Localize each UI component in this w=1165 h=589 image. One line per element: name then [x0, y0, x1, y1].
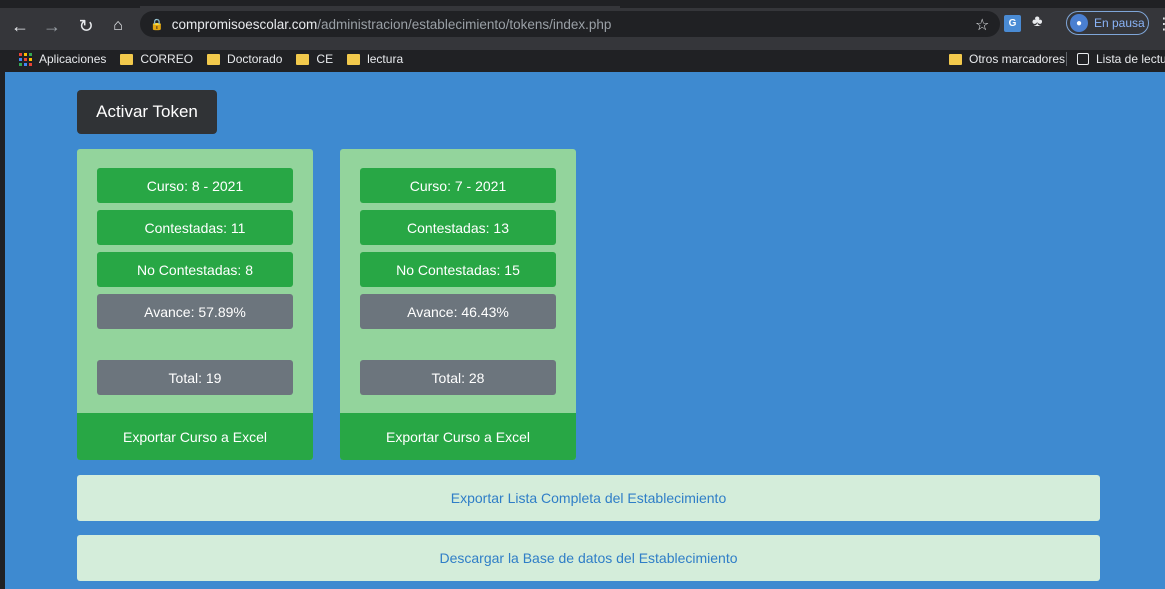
profile-status: En pausa [1094, 16, 1145, 30]
profile-button[interactable]: ● En pausa [1066, 11, 1149, 35]
bookmarks-divider [1066, 52, 1067, 66]
unanswered-count: No Contestadas: 15 [360, 252, 556, 287]
forward-icon[interactable]: → [40, 14, 64, 38]
bookmark-folder-ce[interactable]: CE [296, 52, 333, 66]
page-content: Activar Token Curso: 8 - 2021 Contestada… [5, 72, 1165, 589]
course-card: Curso: 7 - 2021 Contestadas: 13 No Conte… [340, 149, 576, 460]
bookmark-label: Otros marcadores [969, 52, 1066, 66]
avatar: ● [1070, 14, 1088, 32]
bookmark-label: Aplicaciones [39, 52, 107, 66]
bookmark-label: Doctorado [227, 52, 283, 66]
export-course-excel-button[interactable]: Exportar Curso a Excel [77, 413, 313, 460]
bookmark-star-icon[interactable]: ☆ [975, 15, 989, 35]
bookmark-folder-correo[interactable]: CORREO [120, 52, 193, 66]
folder-icon [120, 53, 134, 65]
course-card: Curso: 8 - 2021 Contestadas: 11 No Conte… [77, 149, 313, 460]
export-all-list-button[interactable]: Exportar Lista Completa del Establecimie… [77, 475, 1100, 521]
back-icon[interactable]: ← [8, 14, 32, 38]
browser-toolbar: ← → ↻ ⌂ 🔒 compromisoescolar.com/administ… [0, 0, 1165, 50]
url-path: /administracion/establecimiento/tokens/i… [317, 16, 612, 32]
folder-icon [296, 53, 310, 65]
course-label: Curso: 8 - 2021 [97, 168, 293, 203]
folder-icon [207, 53, 221, 65]
extensions-puzzle-icon[interactable]: ♣ [1032, 13, 1043, 31]
translate-extension-icon[interactable]: G [1004, 15, 1021, 32]
home-icon[interactable]: ⌂ [106, 14, 130, 38]
bookmark-label: lectura [367, 52, 404, 66]
progress-percent: Avance: 46.43% [360, 294, 556, 329]
bookmark-other[interactable]: Otros marcadores [949, 48, 1065, 70]
answered-count: Contestadas: 11 [97, 210, 293, 245]
folder-icon [347, 53, 361, 65]
bookmark-apps[interactable]: Aplicaciones [19, 52, 106, 66]
menu-kebab-icon[interactable]: ⋮ [1156, 14, 1165, 34]
activate-token-button[interactable]: Activar Token [77, 90, 217, 134]
progress-percent: Avance: 57.89% [97, 294, 293, 329]
reading-list-icon [1077, 53, 1089, 65]
download-database-button[interactable]: Descargar la Base de datos del Estableci… [77, 535, 1100, 581]
bookmark-label: CE [316, 52, 334, 66]
folder-icon [949, 53, 962, 65]
bookmark-label: Lista de lectura [1096, 52, 1165, 66]
total-count: Total: 19 [97, 360, 293, 395]
lock-icon: 🔒 [150, 18, 164, 31]
total-count: Total: 28 [360, 360, 556, 395]
answered-count: Contestadas: 13 [360, 210, 556, 245]
url-host: compromisoescolar.com [171, 16, 318, 32]
tab-strip [0, 0, 1165, 8]
export-course-excel-button[interactable]: Exportar Curso a Excel [340, 413, 576, 460]
bookmark-folder-doctorado[interactable]: Doctorado [207, 52, 282, 66]
unanswered-count: No Contestadas: 8 [97, 252, 293, 287]
bookmark-folder-lectura[interactable]: lectura [347, 52, 403, 66]
reading-list-button[interactable]: Lista de lectura [1077, 48, 1165, 70]
course-label: Curso: 7 - 2021 [360, 168, 556, 203]
address-bar[interactable]: 🔒 compromisoescolar.com/administracion/e… [140, 11, 1000, 37]
reload-icon[interactable]: ↻ [74, 14, 98, 38]
bookmark-label: CORREO [140, 52, 194, 66]
apps-grid-icon [19, 52, 32, 66]
